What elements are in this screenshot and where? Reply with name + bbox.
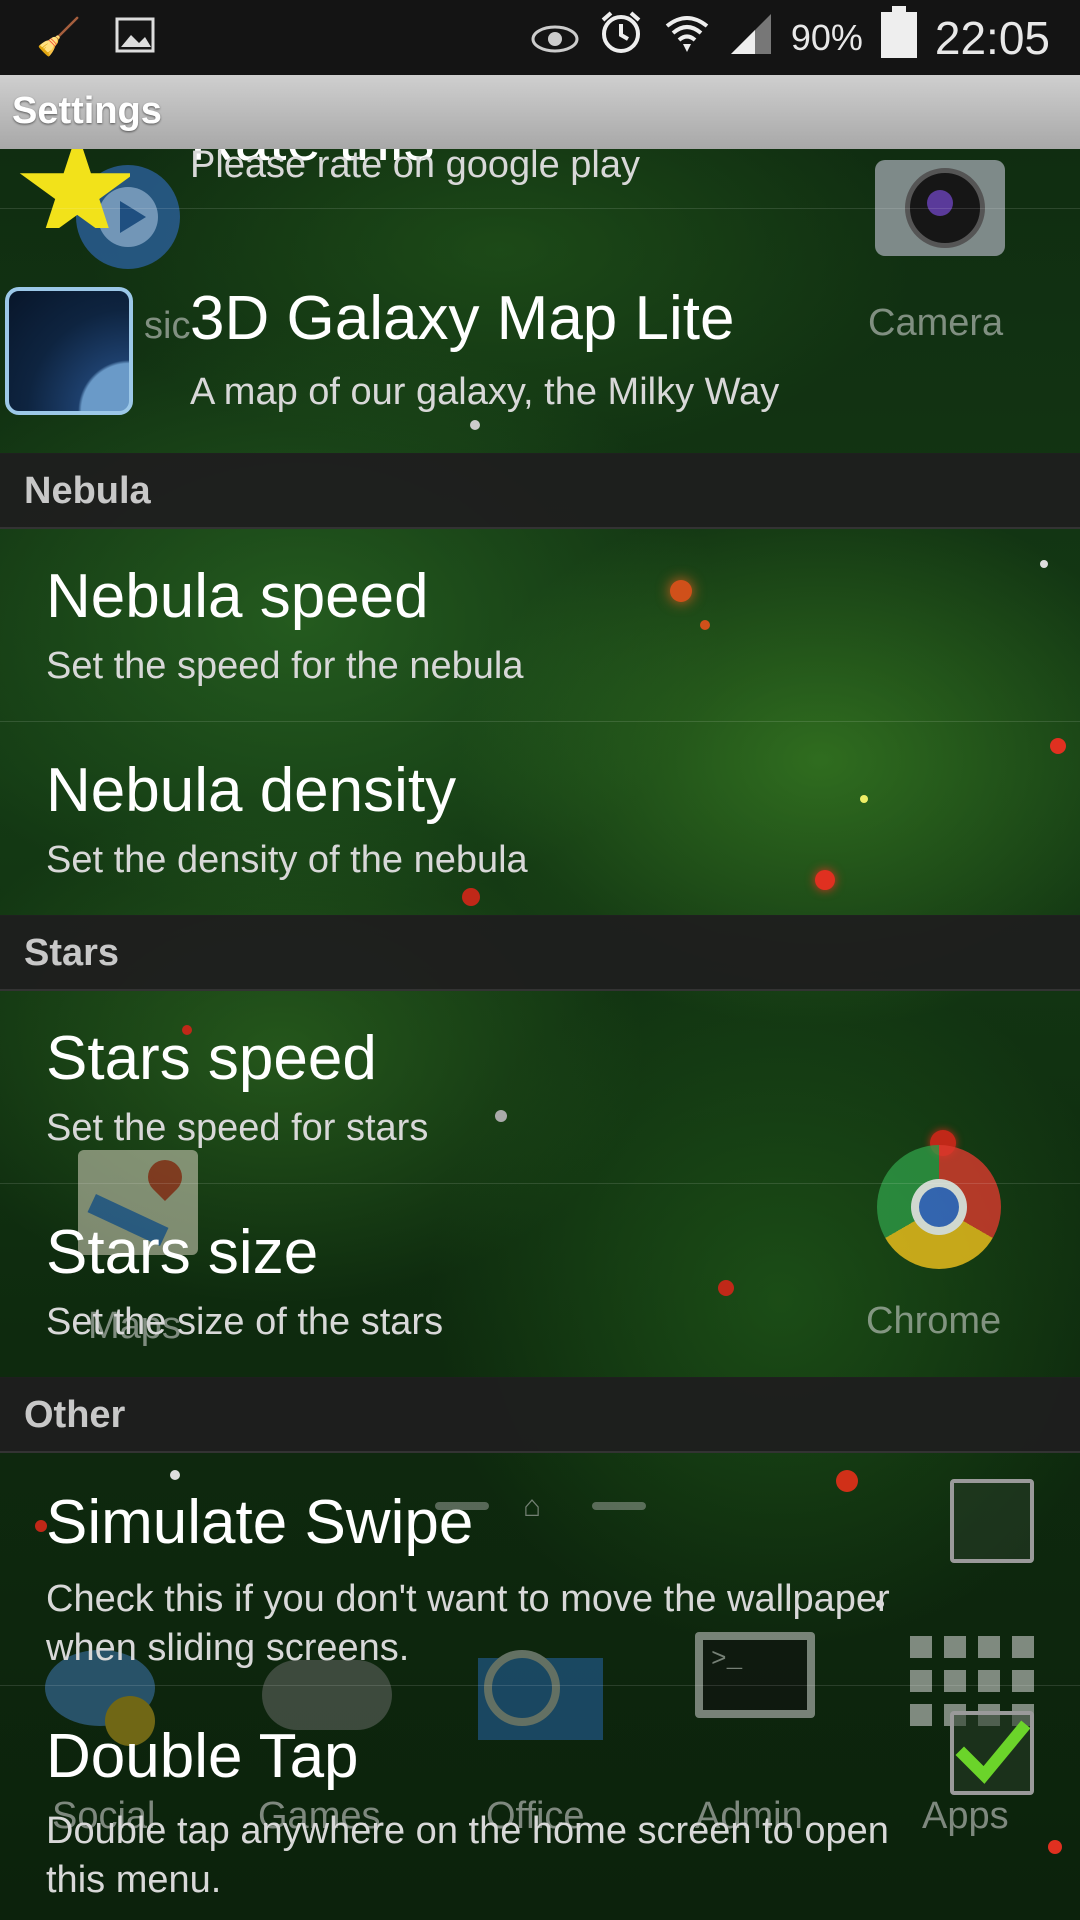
- category-other: Other: [0, 1377, 1080, 1453]
- stars-size-title: Stars size: [46, 1218, 319, 1287]
- galaxy-map-summary: A map of our galaxy, the Milky Way: [190, 371, 780, 413]
- simulate-swipe-checkbox[interactable]: [950, 1479, 1034, 1563]
- rate-this-summary: Please rate on google play: [190, 149, 640, 186]
- galaxy-map-item[interactable]: 3D Galaxy Map Lite A map of our galaxy, …: [0, 259, 1080, 454]
- category-stars: Stars: [0, 915, 1080, 991]
- nebula-speed-item[interactable]: Nebula speed Set the speed for the nebul…: [0, 527, 1080, 722]
- image-icon: [115, 17, 155, 58]
- stars-speed-summary: Set the speed for stars: [46, 1107, 429, 1149]
- nebula-speed-title: Nebula speed: [46, 562, 429, 631]
- stars-speed-title: Stars speed: [46, 1024, 377, 1093]
- alarm-icon: [597, 8, 645, 67]
- double-tap-item[interactable]: Double Tap Double tap anywhere on the ho…: [0, 1685, 1080, 1919]
- galaxy-map-app-icon: [5, 287, 133, 415]
- stars-speed-item[interactable]: Stars speed Set the speed for stars: [0, 989, 1080, 1184]
- broom-icon: 🧹: [36, 16, 81, 57]
- simulate-swipe-title: Simulate Swipe: [46, 1488, 474, 1557]
- status-bar: 🧹 90% 22:05: [0, 0, 1080, 75]
- eye-icon: [531, 11, 579, 65]
- nebula-density-title: Nebula density: [46, 756, 457, 825]
- stars-size-summary: Set the size of the stars: [46, 1301, 444, 1343]
- signal-icon: [729, 11, 773, 65]
- double-tap-checkbox[interactable]: [950, 1711, 1034, 1795]
- nebula-speed-summary: Set the speed for the nebula: [46, 645, 524, 687]
- category-nebula: Nebula: [0, 453, 1080, 529]
- category-stars-label: Stars: [24, 932, 120, 974]
- settings-list[interactable]: Rate this Please rate on google play 3D …: [0, 149, 1080, 1920]
- nebula-density-summary: Set the density of the nebula: [46, 839, 528, 881]
- battery-percent: 90%: [790, 16, 863, 58]
- nebula-density-item[interactable]: Nebula density Set the density of the ne…: [0, 721, 1080, 916]
- category-other-label: Other: [24, 1394, 126, 1436]
- wifi-icon: [663, 11, 711, 65]
- double-tap-summary: Double tap anywhere on the home screen t…: [46, 1810, 889, 1901]
- battery-icon: [880, 6, 917, 69]
- stars-size-item[interactable]: Stars size Set the size of the stars: [0, 1183, 1080, 1378]
- rate-this-item[interactable]: Rate this Please rate on google play: [0, 149, 1080, 209]
- galaxy-map-title: 3D Galaxy Map Lite: [190, 284, 735, 353]
- checkmark-icon: [955, 1720, 1030, 1784]
- category-nebula-label: Nebula: [24, 470, 151, 512]
- clock: 22:05: [934, 11, 1050, 64]
- title-bar: Settings: [0, 75, 1080, 149]
- simulate-swipe-summary: Check this if you don't want to move the…: [46, 1578, 890, 1669]
- simulate-swipe-item[interactable]: Simulate Swipe Check this if you don't w…: [0, 1451, 1080, 1686]
- double-tap-title: Double Tap: [46, 1722, 359, 1791]
- page-title: Settings: [12, 90, 162, 132]
